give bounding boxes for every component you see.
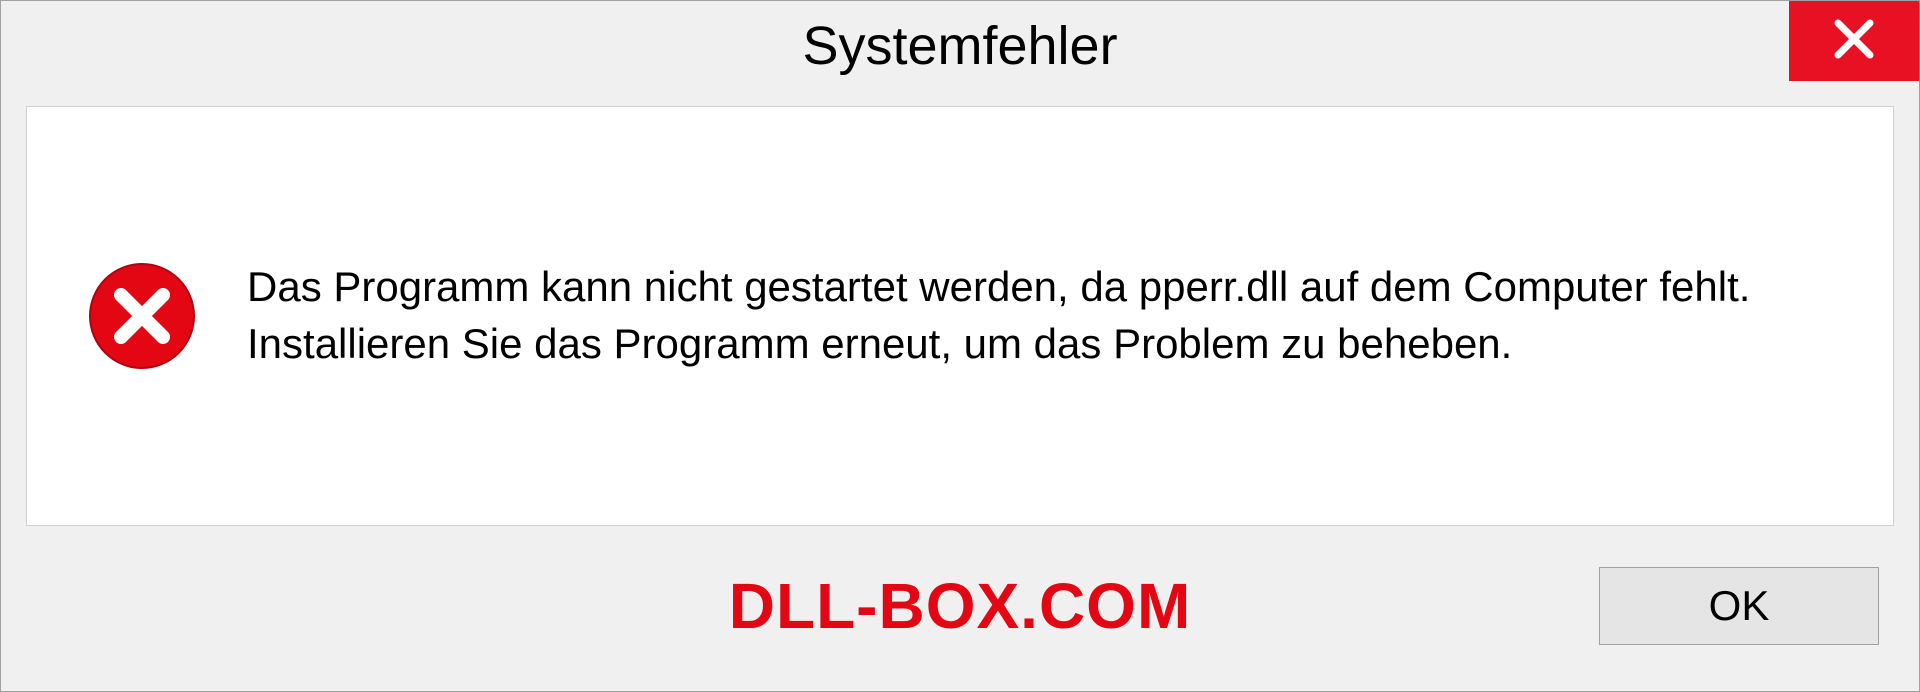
error-message: Das Programm kann nicht gestartet werden…	[247, 259, 1833, 372]
titlebar: Systemfehler	[1, 1, 1919, 91]
watermark-text: DLL-BOX.COM	[729, 569, 1192, 643]
error-icon	[87, 261, 197, 371]
ok-button-label: OK	[1709, 582, 1770, 630]
close-icon	[1830, 15, 1878, 68]
ok-button[interactable]: OK	[1599, 567, 1879, 645]
dialog-footer: DLL-BOX.COM OK	[1, 551, 1919, 691]
dialog-title: Systemfehler	[802, 15, 1117, 77]
content-area: Das Programm kann nicht gestartet werden…	[26, 106, 1894, 526]
close-button[interactable]	[1789, 1, 1919, 81]
error-dialog: Systemfehler Das Programm kann nicht ges…	[0, 0, 1920, 692]
